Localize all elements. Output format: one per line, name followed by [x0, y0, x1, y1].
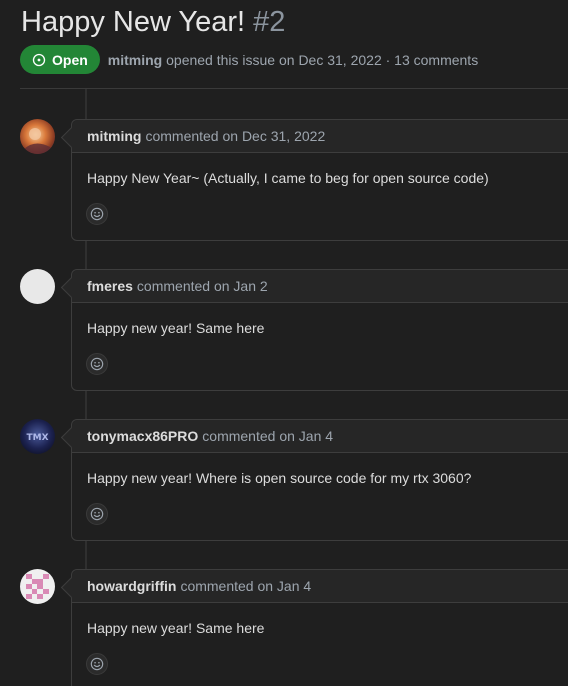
- add-reaction-button[interactable]: [86, 653, 108, 675]
- comment-author[interactable]: tonymacx86PRO: [87, 428, 198, 444]
- issue-opened-text: opened this issue on Dec 31, 2022 · 13 c…: [166, 51, 479, 68]
- comment-timestamp[interactable]: commented on Jan 2: [137, 278, 268, 294]
- comment-author[interactable]: fmeres: [87, 278, 133, 294]
- comment-header: mitming commented on Dec 31, 2022: [72, 120, 568, 153]
- comment-timestamp[interactable]: commented on Dec 31, 2022: [145, 128, 325, 144]
- smiley-icon: [90, 657, 104, 671]
- svg-text:TMX: TMX: [26, 433, 48, 443]
- comment-box: howardgriffin commented on Jan 4 Happy n…: [71, 569, 568, 686]
- issue-page: Happy New Year! #2 Open mitming opened t…: [0, 0, 568, 686]
- issue-title: Happy New Year!: [21, 6, 246, 38]
- smiley-icon: [90, 357, 104, 371]
- comment-header: fmeres commented on Jan 2: [72, 270, 568, 303]
- blank-white-avatar[interactable]: [20, 269, 55, 304]
- comment-author[interactable]: howardgriffin: [87, 578, 176, 594]
- comment-box: mitming commented on Dec 31, 2022 Happy …: [71, 119, 568, 241]
- smiley-icon: [90, 207, 104, 221]
- dark-blue-logo-avatar[interactable]: TMX: [20, 419, 55, 454]
- add-reaction-button[interactable]: [86, 503, 108, 525]
- smiley-icon: [90, 507, 104, 521]
- issue-meta-text: mitming opened this issue on Dec 31, 202…: [108, 52, 478, 68]
- comment-body: Happy New Year~ (Actually, I came to beg…: [87, 170, 489, 186]
- orange-portrait-avatar[interactable]: [20, 119, 55, 154]
- state-badge: Open: [20, 45, 100, 74]
- comment-author[interactable]: mitming: [87, 128, 141, 144]
- issue-author-link[interactable]: mitming: [108, 52, 162, 68]
- issue-meta: Open mitming opened this issue on Dec 31…: [20, 45, 478, 74]
- comment-header: howardgriffin commented on Jan 4: [72, 570, 568, 603]
- issue-opened-icon: [32, 53, 46, 66]
- comment-box: fmeres commented on Jan 2 Happy new year…: [71, 269, 568, 391]
- comment-body: Happy new year! Where is open source cod…: [87, 470, 472, 486]
- header-divider: [20, 88, 568, 89]
- comment-box: tonymacx86PRO commented on Jan 4 Happy n…: [71, 419, 568, 541]
- issue-number: #2: [253, 6, 286, 38]
- add-reaction-button[interactable]: [86, 203, 108, 225]
- comment-timestamp[interactable]: commented on Jan 4: [202, 428, 333, 444]
- comment-body: Happy new year! Same here: [87, 320, 265, 336]
- comment-body: Happy new year! Same here: [87, 620, 265, 636]
- comment-header: tonymacx86PRO commented on Jan 4: [72, 420, 568, 453]
- add-reaction-button[interactable]: [86, 353, 108, 375]
- pink-pixel-avatar[interactable]: [20, 569, 55, 604]
- comment-timestamp[interactable]: commented on Jan 4: [180, 578, 311, 594]
- state-label: Open: [52, 51, 88, 68]
- issue-title-row: Happy New Year! #2: [21, 2, 285, 42]
